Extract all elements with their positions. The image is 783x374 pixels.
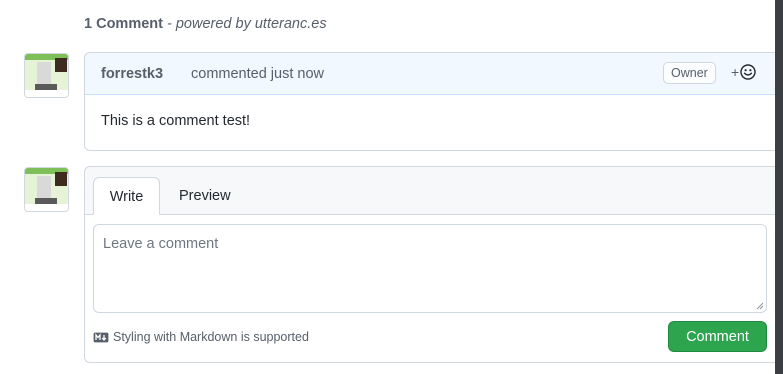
scrollbar[interactable] <box>775 0 783 374</box>
resize-grip-icon[interactable] <box>756 302 764 310</box>
markdown-note[interactable]: Styling with Markdown is supported <box>93 330 309 344</box>
smiley-icon <box>740 64 756 80</box>
avatar-image <box>25 168 68 211</box>
comment-author[interactable]: forrestk3 <box>101 66 163 82</box>
comments-header: 1 Comment - powered by utteranc.es <box>84 16 327 36</box>
comment-editor: Write Preview Leave a comment Styling wi… <box>84 166 783 363</box>
comment: forrestk3 commented just now Owner + Thi… <box>84 52 783 151</box>
owner-badge: Owner <box>663 62 716 84</box>
markdown-note-text: Styling with Markdown is supported <box>113 330 309 344</box>
current-user-avatar[interactable] <box>24 167 69 212</box>
plus-label: + <box>731 64 740 80</box>
markdown-icon <box>93 332 109 343</box>
add-reaction-button[interactable]: + <box>731 64 756 80</box>
textarea-placeholder: Leave a comment <box>103 236 219 252</box>
avatar[interactable] <box>24 53 69 98</box>
comment-submit-button[interactable]: Comment <box>668 321 767 352</box>
comment-count: 1 Comment <box>84 16 163 32</box>
avatar-image <box>25 54 68 97</box>
comment-body: This is a comment test! <box>101 113 251 129</box>
powered-by-link[interactable]: - powered by utteranc.es <box>167 16 327 32</box>
editor-tabs: Write Preview <box>85 167 783 215</box>
tab-write[interactable]: Write <box>93 177 160 215</box>
comment-textarea[interactable]: Leave a comment <box>93 224 767 313</box>
comment-header: forrestk3 commented just now Owner + <box>85 53 783 95</box>
tab-preview[interactable]: Preview <box>179 177 231 215</box>
comment-timestamp: commented just now <box>191 66 324 82</box>
